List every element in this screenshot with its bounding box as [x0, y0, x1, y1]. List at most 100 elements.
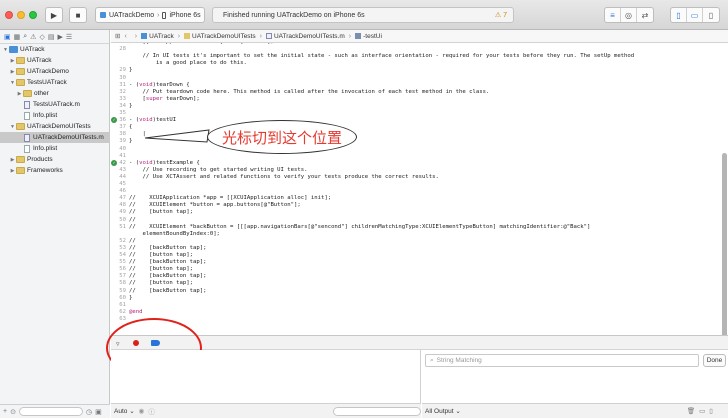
code-line[interactable]: // In UI tests it's important to set the… — [111, 53, 728, 60]
tree-item[interactable]: Info.plist — [0, 143, 110, 154]
code-line[interactable]: 29} — [111, 67, 728, 74]
tree-item[interactable]: ▶ UATrackDemo — [0, 66, 110, 77]
eye-icon[interactable]: ◉ — [139, 407, 145, 415]
debug-area-toggle-icon[interactable]: ▭ — [687, 8, 703, 22]
close-window-button[interactable] — [5, 11, 13, 19]
variables-filter-input[interactable] — [332, 406, 421, 416]
recent-files-icon[interactable]: ◷ — [86, 408, 92, 416]
tree-item[interactable]: ▶ other — [0, 88, 110, 99]
search-icon[interactable]: ⌕ — [23, 33, 27, 41]
disclosure-open-icon[interactable]: ▼ — [9, 124, 16, 130]
disclosure-closed-icon[interactable]: ▶ — [16, 91, 23, 97]
code-line[interactable]: 46 — [111, 188, 728, 195]
tree-item[interactable]: ▼ UATrack — [0, 44, 110, 55]
debug-icon[interactable]: ▤ — [48, 33, 55, 41]
zoom-window-button[interactable] — [29, 11, 37, 19]
breadcrumb-group[interactable]: UATrackDemoUITests — [184, 33, 256, 40]
tree-item[interactable]: Info.plist — [0, 110, 110, 121]
minimize-window-button[interactable] — [17, 11, 25, 19]
source-control-icon[interactable]: ▣ — [95, 408, 102, 416]
folder-icon[interactable]: ▣ — [4, 33, 11, 41]
code-line[interactable]: 49// [button tap]; — [111, 209, 728, 216]
tree-item[interactable]: ▶ Frameworks — [0, 165, 110, 176]
tree-item[interactable]: UATrackDemoUITests.m — [0, 132, 110, 143]
code-line[interactable]: 54// [button tap]; — [111, 252, 728, 259]
editor-scrollbar[interactable] — [722, 153, 727, 335]
breadcrumb-file[interactable]: UATrackDemoUITests.m — [265, 33, 345, 40]
code-line[interactable]: 53// [backButton tap]; — [111, 245, 728, 252]
breakpoint-icon[interactable]: ▶ — [57, 33, 62, 41]
navigator-filter-input[interactable] — [18, 407, 83, 416]
info-icon[interactable]: ⓘ — [148, 406, 155, 416]
tree-item[interactable]: ▶ UATrack — [0, 55, 110, 66]
scheme-selector[interactable]: UATrackDemo › iPhone 6s — [95, 7, 205, 23]
code-line[interactable]: 41 — [111, 153, 728, 160]
code-line[interactable]: 51// XCUIElement *backButton = [[[app.na… — [111, 224, 728, 231]
trash-icon[interactable]: 🗑 — [687, 407, 695, 415]
run-button[interactable]: ▶ — [45, 7, 63, 23]
code-line[interactable]: 59// [backButton tap]; — [111, 288, 728, 295]
code-line[interactable]: 56// [button tap]; — [111, 266, 728, 273]
disclosure-closed-icon[interactable]: ▶ — [9, 58, 16, 64]
code-line[interactable]: 28 — [111, 46, 728, 53]
disclosure-open-icon[interactable]: ▼ — [9, 80, 16, 86]
code-line[interactable]: 34} — [111, 103, 728, 110]
code-line[interactable]: 47// XCUIApplication *app = [[XCUIApplic… — [111, 195, 728, 202]
code-line[interactable]: elementBoundByIndex:0]; — [111, 231, 728, 238]
warning-badge[interactable]: ⚠ 7 — [495, 11, 507, 19]
code-line[interactable]: 33 [super tearDown]; — [111, 96, 728, 103]
console-only-icon[interactable]: ▯ — [709, 407, 713, 415]
tree-item[interactable]: TestsUATrack.m — [0, 99, 110, 110]
code-line[interactable]: 57// [backButton tap]; — [111, 273, 728, 280]
assistant-editor-icon[interactable]: ◎ — [621, 8, 637, 22]
code-line[interactable]: 43 // Use recording to get started writi… — [111, 167, 728, 174]
tree-item[interactable]: ▼ TestsUATrack — [0, 77, 110, 88]
add-icon[interactable]: + — [3, 408, 7, 415]
source-editor[interactable]: 27 [[XCUIApplication alloc] init] launch… — [111, 43, 728, 335]
symbol-icon[interactable]: ▦ — [14, 33, 21, 41]
back-arrow-icon[interactable]: ‹ — [124, 33, 126, 40]
code-line[interactable]: 45 — [111, 181, 728, 188]
forward-arrow-icon[interactable]: › — [135, 33, 137, 40]
stop-button[interactable]: ■ — [69, 7, 87, 23]
code-line[interactable]: 58// [button tap]; — [111, 280, 728, 287]
breadcrumb-method[interactable]: -testUi — [355, 33, 382, 40]
issue-icon[interactable]: ⚠ — [30, 33, 36, 41]
code-line[interactable]: 40 — [111, 146, 728, 153]
code-line[interactable]: 42 ✓ - (void)testExample { — [111, 159, 728, 167]
tree-item[interactable]: ▶ Products — [0, 154, 110, 165]
disclosure-closed-icon[interactable]: ▶ — [9, 157, 16, 163]
test-icon[interactable]: ◇ — [39, 33, 44, 41]
code-line[interactable]: 63 — [111, 316, 728, 323]
auto-selector[interactable]: Auto ⌄ — [114, 407, 135, 415]
code-line[interactable]: 61 — [111, 302, 728, 309]
related-items-icon[interactable]: ⊞ — [115, 32, 120, 40]
tree-item[interactable]: ▼ UATrackDemoUITests — [0, 121, 110, 132]
code-line[interactable]: 52// — [111, 238, 728, 245]
code-line[interactable]: 36 ✓ - (void)testUI — [111, 117, 728, 124]
console-search-input[interactable]: ⌕ String Matching — [425, 354, 699, 367]
navigator-toggle-icon[interactable]: ▯ — [671, 8, 687, 22]
output-selector[interactable]: All Output ⌄ — [425, 407, 461, 415]
done-button[interactable]: Done — [703, 354, 726, 367]
code-line[interactable]: 44 // Use XCTAssert and related function… — [111, 174, 728, 181]
code-line[interactable]: 35 — [111, 110, 728, 117]
test-passed-icon[interactable]: ✓ — [111, 159, 117, 166]
code-line[interactable]: 48// XCUIElement *button = app.buttons[@… — [111, 202, 728, 209]
code-line[interactable]: 50// — [111, 217, 728, 224]
code-line[interactable]: 32 // Put teardown code here. This metho… — [111, 89, 728, 96]
breadcrumb-project[interactable]: UATrack — [141, 33, 174, 40]
utilities-toggle-icon[interactable]: ▯ — [703, 8, 719, 22]
disclosure-closed-icon[interactable]: ▶ — [9, 168, 16, 174]
disclosure-open-icon[interactable]: ▼ — [2, 47, 9, 53]
split-view-icon[interactable]: ▭ — [699, 407, 705, 415]
standard-editor-icon[interactable]: ≡ — [605, 8, 621, 22]
report-icon[interactable]: ☰ — [66, 33, 72, 41]
code-line[interactable]: is a good place to do this. — [111, 60, 728, 67]
code-line[interactable]: 30 — [111, 75, 728, 82]
disclosure-closed-icon[interactable]: ▶ — [9, 69, 16, 75]
code-line[interactable]: 31- (void)tearDown { — [111, 82, 728, 89]
code-line[interactable]: 62 @end — [111, 309, 728, 316]
code-line[interactable]: 60} — [111, 295, 728, 302]
code-line[interactable]: 55// [backButton tap]; — [111, 259, 728, 266]
